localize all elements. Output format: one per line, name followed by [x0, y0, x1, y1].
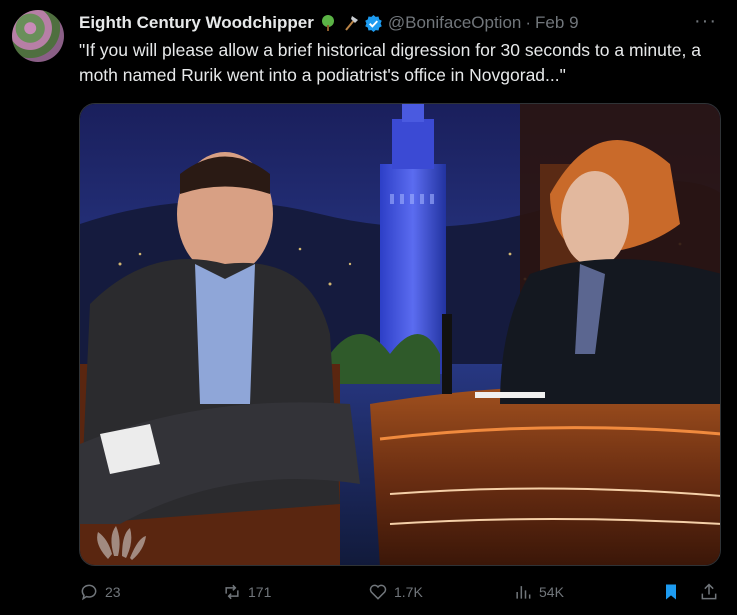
views-count: 54K — [539, 584, 564, 600]
tweet-date[interactable]: Feb 9 — [535, 13, 578, 33]
video-frame — [80, 104, 720, 565]
tweet-media-video[interactable] — [79, 103, 721, 566]
repost-button[interactable]: 171 — [222, 582, 271, 602]
reply-icon — [81, 584, 97, 601]
tree-emoji-icon — [319, 14, 337, 32]
tweet-actions: 23 171 1.7K 54K — [79, 575, 729, 611]
bookmark-icon — [666, 584, 676, 600]
share-icon — [701, 583, 717, 600]
bookmark-button[interactable] — [661, 582, 681, 602]
like-button[interactable]: 1.7K — [368, 582, 423, 602]
author-name[interactable]: Eighth Century Woodchipper — [79, 13, 314, 33]
tweet[interactable]: Eighth Century Woodchipper @BonifaceOpti… — [0, 0, 737, 615]
verified-badge-icon[interactable] — [364, 14, 383, 33]
tweet-header: Eighth Century Woodchipper @BonifaceOpti… — [79, 12, 579, 34]
like-count: 1.7K — [394, 584, 423, 600]
author-handle[interactable]: @BonifaceOption — [388, 13, 522, 33]
heart-icon — [369, 584, 387, 600]
share-button[interactable] — [699, 582, 719, 602]
separator-dot: · — [525, 13, 532, 32]
views-icon — [516, 586, 531, 599]
axe-emoji-icon — [342, 14, 360, 32]
repost-count: 171 — [248, 584, 272, 600]
repost-icon — [225, 584, 239, 600]
tweet-text: "If you will please allow a brief histor… — [79, 40, 701, 85]
reply-button[interactable]: 23 — [79, 582, 121, 602]
avatar[interactable] — [12, 10, 64, 62]
views-button[interactable]: 54K — [513, 582, 564, 602]
reply-count: 23 — [105, 584, 121, 600]
more-options-icon[interactable]: ··· — [694, 10, 717, 33]
